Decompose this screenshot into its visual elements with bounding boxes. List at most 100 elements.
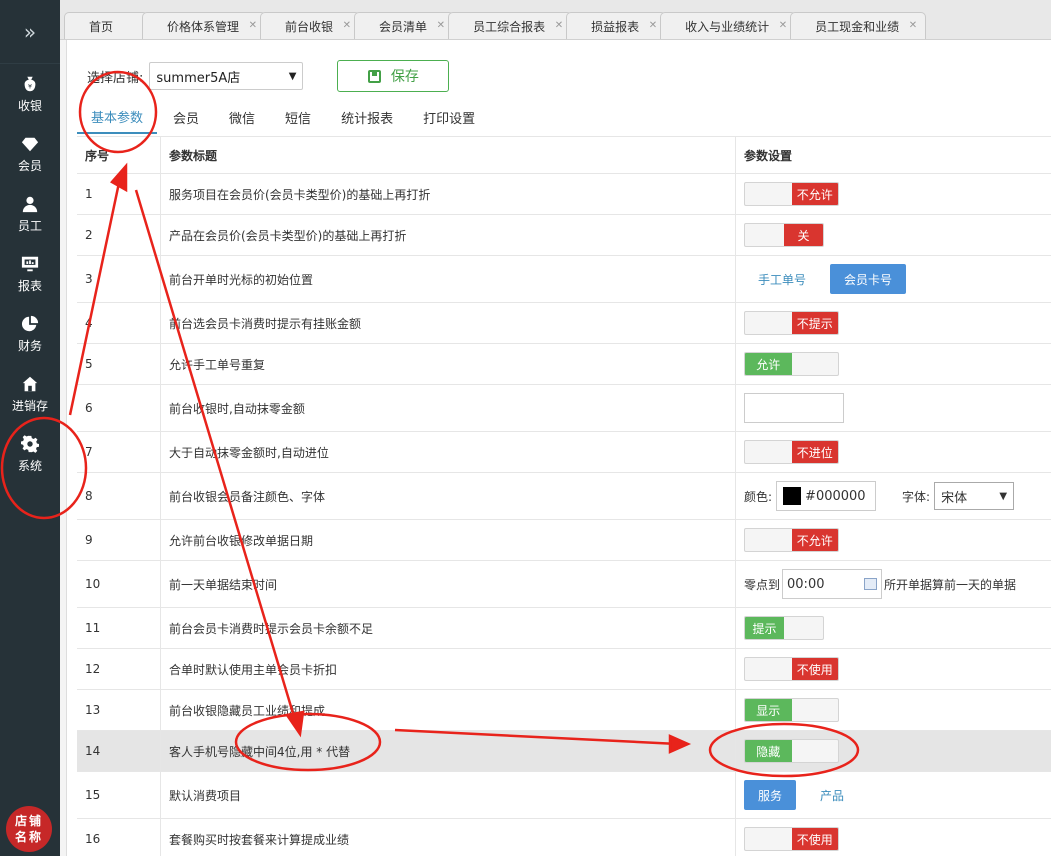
row-title: 客人手机号隐藏中间4位,用 * 代替 [161, 731, 736, 771]
svg-text:¥: ¥ [28, 83, 32, 90]
toggle-off-side [745, 828, 792, 850]
sidebar-item-finance[interactable]: 财务 [0, 304, 60, 364]
row-no: 4 [77, 303, 161, 343]
subtab-sms[interactable]: 短信 [271, 100, 325, 134]
subtab-wechat[interactable]: 微信 [215, 100, 269, 134]
subtab-member[interactable]: 会员 [159, 100, 213, 134]
close-icon[interactable]: ✕ [555, 20, 563, 31]
option-product[interactable]: 产品 [806, 780, 858, 810]
option-manual-order-no[interactable]: 手工单号 [744, 264, 820, 294]
close-icon[interactable]: ✕ [909, 20, 917, 31]
row-no: 10 [77, 561, 161, 607]
toggle-state-label: 关 [784, 224, 823, 246]
sidebar-item-inventory[interactable]: 进销存 [0, 364, 60, 424]
time-value: 00:00 [787, 576, 825, 592]
toggle-off-side [745, 658, 792, 680]
table-row: 11 前台会员卡消费时提示会员卡余额不足 提示 [77, 608, 1051, 649]
sidebar-item-label: 财务 [17, 338, 42, 353]
store-select[interactable]: summer5A店 ▼ [149, 62, 304, 90]
option-member-card-no[interactable]: 会员卡号 [830, 264, 907, 294]
font-select[interactable]: 宋体 ▼ [934, 482, 1015, 510]
sidebar-item-label: 进销存 [11, 398, 48, 413]
toggle-switch[interactable]: 不提示 [744, 311, 839, 335]
tab-staff-cash[interactable]: 员工现金和业绩 ✕ [790, 12, 927, 39]
tab-staff-report[interactable]: 员工综合报表 ✕ [448, 12, 573, 39]
tab-price-system[interactable]: 价格体系管理 ✕ [142, 12, 267, 39]
money-bag-icon: ¥ [24, 76, 36, 91]
sidebar-item-report[interactable]: 报表 [0, 244, 60, 304]
tab-front-cashier[interactable]: 前台收银 ✕ [260, 12, 361, 39]
close-icon[interactable]: ✕ [779, 20, 787, 31]
toggle-switch[interactable]: 不使用 [744, 827, 839, 851]
subtab-stat-report[interactable]: 统计报表 [327, 100, 407, 134]
tab-bar: 首页 价格体系管理 ✕ 前台收银 ✕ 会员清单 ✕ 员工综合报表 ✕ 损益报表 ✕ 收入与… [60, 0, 1051, 40]
tab-label: 损益报表 [591, 20, 640, 34]
toggle-state-label: 提示 [745, 617, 784, 639]
row-no: 1 [77, 174, 161, 214]
close-icon[interactable]: ✕ [343, 20, 351, 31]
toggle-state-label: 不使用 [791, 658, 838, 680]
toggle-off-side [792, 353, 839, 375]
toggle-switch[interactable]: 显示 [744, 698, 839, 722]
row-title: 前一天单据结束时间 [161, 561, 736, 607]
time-prefix: 零点到 [744, 577, 781, 592]
toggle-switch[interactable]: 隐藏 [744, 739, 839, 763]
header-no: 序号 [77, 137, 161, 173]
color-picker[interactable]: #000000 [776, 481, 877, 511]
tab-income-stats[interactable]: 收入与业绩统计 ✕ [660, 12, 797, 39]
toggle-switch[interactable]: 不允许 [744, 182, 839, 206]
expand-sidebar-button[interactable]: » [0, 0, 60, 64]
header-title: 参数标题 [161, 137, 736, 173]
close-icon[interactable]: ✕ [249, 20, 257, 31]
row-no: 8 [77, 473, 161, 519]
table-row: 2 产品在会员价(会员卡类型价)的基础上再打折 关 [77, 215, 1051, 256]
time-suffix: 所开单据算前一天的单据 [884, 577, 1017, 592]
home-icon [22, 376, 38, 391]
rounding-amount-input[interactable] [744, 393, 844, 423]
sidebar-item-cashier[interactable]: ¥ 收银 [0, 64, 60, 124]
sidebar-item-member[interactable]: 会员 [0, 124, 60, 184]
caret-down-icon: ▼ [288, 70, 297, 82]
subtab-basic-params[interactable]: 基本参数 [77, 100, 158, 134]
table-row: 4 前台选会员卡消费时提示有挂账金额 不提示 [77, 303, 1051, 344]
row-title: 前台开单时光标的初始位置 [161, 256, 736, 302]
save-button[interactable]: 保存 [337, 60, 450, 92]
toolbar: 选择店铺: summer5A店 ▼ 保存 [87, 60, 450, 92]
subtab-print-settings[interactable]: 打印设置 [409, 100, 489, 134]
option-service[interactable]: 服务 [744, 780, 797, 810]
row-no: 11 [77, 608, 161, 648]
table-row: 6 前台收银时,自动抹零金额 [77, 385, 1051, 432]
row-title: 前台收银会员备注颜色、字体 [161, 473, 736, 519]
tab-member-list[interactable]: 会员清单 ✕ [354, 12, 455, 39]
table-row: 10 前一天单据结束时间 零点到 00:00 所开单据算前一天的单据 [77, 561, 1051, 608]
end-time-input[interactable]: 00:00 [782, 569, 883, 599]
close-icon[interactable]: ✕ [649, 20, 657, 31]
row-title: 产品在会员价(会员卡类型价)的基础上再打折 [161, 215, 736, 255]
toggle-switch[interactable]: 关 [744, 223, 824, 247]
tab-label: 收入与业绩统计 [685, 20, 770, 34]
tab-home[interactable]: 首页 [64, 12, 149, 39]
toggle-switch[interactable]: 不使用 [744, 657, 839, 681]
sidebar-item-label: 员工 [17, 218, 42, 233]
sidebar-item-system[interactable]: 系统 [0, 424, 60, 484]
row-title: 大于自动抹零金额时,自动进位 [161, 432, 736, 472]
store-name-badge[interactable]: 店铺名称 [6, 806, 52, 852]
main-panel: 选择店铺: summer5A店 ▼ 保存 基本参数 会员 微信 短信 统计报表 … [66, 40, 1051, 856]
calendar-icon[interactable] [864, 578, 878, 590]
tab-profit-loss[interactable]: 损益报表 ✕ [566, 12, 667, 39]
toggle-off-side [745, 224, 784, 246]
row-no: 6 [77, 385, 161, 431]
toggle-switch[interactable]: 不进位 [744, 440, 839, 464]
row-title: 合单时默认使用主单会员卡折扣 [161, 649, 736, 689]
toggle-switch[interactable]: 不允许 [744, 528, 839, 552]
close-icon[interactable]: ✕ [437, 20, 445, 31]
toggle-switch[interactable]: 允许 [744, 352, 839, 376]
row-no: 13 [77, 690, 161, 730]
gear-icon [21, 434, 39, 453]
toggle-off-side [745, 183, 792, 205]
toggle-switch[interactable]: 提示 [744, 616, 824, 640]
table-row-selected: 14 客人手机号隐藏中间4位,用 * 代替 隐藏 [77, 731, 1051, 772]
sidebar-item-staff[interactable]: 员工 [0, 184, 60, 244]
font-select-value: 宋体 [941, 490, 968, 506]
row-no: 3 [77, 256, 161, 302]
